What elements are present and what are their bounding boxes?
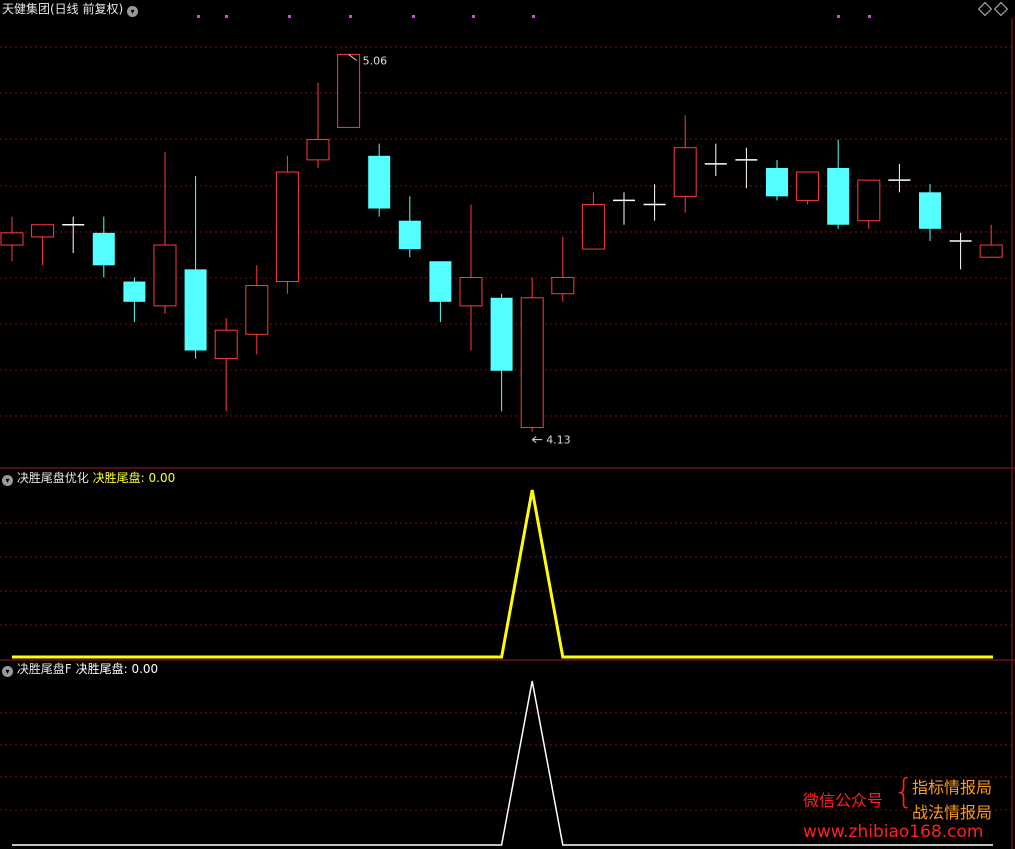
signal-marker (197, 15, 200, 18)
candle-body (490, 297, 513, 371)
low-pointer (531, 436, 543, 444)
signal-marker (412, 15, 415, 18)
signal-marker (532, 15, 535, 18)
series-label: 决胜尾盘: (75, 662, 128, 676)
candle-body (551, 276, 575, 295)
series-value: 0.00 (131, 662, 159, 676)
candle-body (398, 220, 421, 250)
candle-body (214, 329, 238, 360)
main-panel-header: 天健集团(日线 前复权) ▾ (2, 2, 139, 17)
chevron-down-icon[interactable]: ▾ (2, 666, 13, 677)
chart-title: 天健集团(日线 前复权) (2, 2, 124, 16)
indicator-panel-1-header: ▾ 决胜尾盘优化 决胜尾盘: 0.00 (2, 471, 175, 486)
candle-body (979, 244, 1003, 258)
signal-marker (349, 15, 352, 18)
candle-body (184, 269, 207, 351)
candle-body (857, 179, 881, 222)
candle-body (429, 261, 452, 302)
chevron-down-icon[interactable]: ▾ (2, 475, 13, 486)
high-price-label: 5.06 (363, 54, 388, 67)
low-price-label: 4.13 (546, 434, 571, 447)
candle-body (245, 285, 269, 335)
watermark-line2: 战法情报局 (912, 803, 993, 822)
candle-body (459, 276, 483, 307)
candle-body (581, 203, 605, 250)
signal-marker (868, 15, 871, 18)
signal-marker (225, 15, 228, 18)
candle-body (766, 167, 788, 197)
watermark-line1: 指标情报局 (912, 778, 993, 797)
signal-marker (837, 15, 840, 18)
candle-body (306, 139, 330, 161)
series-line-yellow (12, 489, 993, 659)
candle-body (123, 281, 146, 302)
series-value: 0.00 (148, 471, 176, 485)
candle-body (368, 155, 391, 209)
stock-chart[interactable]: 5.06 4.13 (0, 0, 1015, 849)
candle-body (31, 224, 55, 238)
candle-body (275, 171, 299, 283)
candle-body (520, 297, 544, 429)
series-label: 决胜尾盘: (92, 471, 145, 485)
watermark-wechat: 微信公众号 (803, 791, 884, 810)
watermark-url: www.zhibiao168.com (803, 822, 984, 842)
series-line-white (12, 680, 993, 846)
indicator-name: 决胜尾盘优化 (16, 471, 89, 485)
candle-body (0, 232, 24, 246)
candle-body (796, 171, 820, 201)
candle-body (919, 192, 941, 229)
signal-marker (288, 15, 291, 18)
candle-body (673, 147, 697, 197)
indicator-panel-2-header: ▾ 决胜尾盘F 决胜尾盘: 0.00 (2, 662, 158, 677)
signal-marker (472, 15, 475, 18)
candle-body (827, 167, 850, 225)
candle-body (153, 244, 177, 307)
candle-body (337, 53, 361, 128)
chevron-down-icon[interactable]: ▾ (127, 6, 139, 17)
candle-body (92, 232, 115, 266)
indicator-name: 决胜尾盘F (16, 662, 72, 676)
